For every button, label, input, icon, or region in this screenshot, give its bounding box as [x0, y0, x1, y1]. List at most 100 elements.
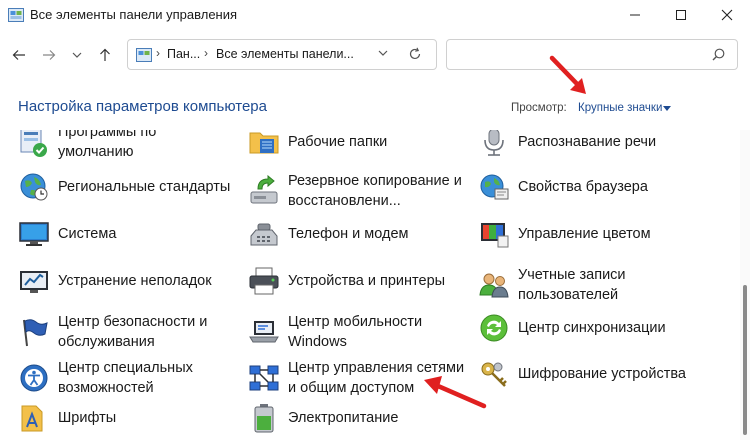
item-security-maintenance[interactable]: Центр безопасности и обслуживания — [18, 312, 207, 352]
view-by-dropdown[interactable]: Крупные значки — [578, 102, 662, 114]
printer-icon — [249, 267, 279, 295]
item-label: возможностей — [58, 380, 154, 396]
arrow-left-icon — [12, 50, 25, 60]
item-sync-center[interactable]: Центр синхронизации — [478, 312, 666, 344]
recent-locations-button[interactable] — [66, 44, 88, 66]
item-label: умолчанию — [58, 144, 134, 160]
users-icon — [479, 273, 509, 298]
item-device-encryption[interactable]: Шифрование устройства — [478, 358, 686, 390]
navigation-bar: › Пан... › Все элементы панели... — [0, 30, 750, 78]
backup-icon — [250, 175, 278, 204]
item-region[interactable]: Региональные стандарты — [18, 171, 230, 203]
forward-button[interactable] — [38, 44, 60, 66]
close-button[interactable] — [704, 0, 750, 30]
item-label: Центр безопасности и — [58, 314, 208, 330]
item-label: Программы по — [58, 130, 157, 140]
page-title: Настройка параметров компьютера — [18, 98, 267, 115]
work-folders-icon — [249, 132, 279, 154]
annotation-arrow-icon — [549, 55, 586, 94]
search-icon — [712, 48, 725, 61]
ease-of-access-icon — [20, 364, 48, 392]
item-label: Центр синхронизации — [518, 320, 666, 336]
item-label: Устранение неполадок — [58, 273, 212, 289]
breadcrumb-item[interactable]: Пан... — [167, 47, 200, 61]
network-icon — [249, 365, 279, 391]
item-label: восстановлени... — [288, 193, 401, 209]
item-label: Рабочие папки — [288, 134, 388, 150]
item-label: Windows — [288, 334, 347, 350]
chevron-down-icon — [72, 52, 82, 58]
address-bar[interactable]: › Пан... › Все элементы панели... — [127, 39, 437, 70]
arrow-right-icon — [43, 50, 56, 60]
item-label: Свойства браузера — [518, 179, 648, 195]
item-speech-recognition[interactable]: Распознавание речи — [478, 130, 656, 158]
maximize-icon — [676, 10, 686, 20]
minimize-icon — [630, 14, 640, 16]
close-icon — [721, 9, 733, 21]
sync-icon — [480, 314, 508, 342]
computer-monitor-icon — [19, 222, 49, 246]
title-bar: Все элементы панели управления — [0, 0, 750, 30]
laptop-icon — [249, 321, 279, 343]
item-label: Региональные стандарты — [58, 179, 231, 195]
fonts-folder-icon — [21, 405, 43, 432]
item-label: пользователей — [518, 287, 619, 303]
breadcrumb-separator-icon: › — [204, 46, 208, 60]
caret-down-icon[interactable] — [663, 106, 671, 111]
item-label: Шифрование устройства — [518, 366, 686, 382]
item-label: Распознавание речи — [518, 134, 657, 150]
item-label: Устройства и принтеры — [288, 273, 446, 289]
item-backup-restore[interactable]: Резервное копирование и восстановлени... — [248, 171, 462, 211]
item-label: Телефон и модем — [288, 226, 409, 242]
maximize-button[interactable] — [658, 0, 704, 30]
item-label: Система — [58, 226, 117, 242]
breadcrumb-item[interactable]: Все элементы панели... — [216, 47, 354, 61]
item-label: Центр мобильности — [288, 314, 423, 330]
control-panel-icon — [136, 48, 152, 62]
color-management-icon — [481, 223, 509, 248]
refresh-icon[interactable] — [408, 47, 422, 61]
item-label: Электропитание — [288, 410, 399, 426]
item-label: Управление цветом — [518, 226, 651, 242]
vertical-scrollbar[interactable] — [740, 130, 750, 440]
breadcrumb-separator-icon: › — [156, 46, 160, 60]
troubleshooting-icon — [20, 271, 48, 293]
battery-icon — [254, 404, 274, 433]
item-devices-printers[interactable]: Устройства и принтеры — [248, 265, 445, 297]
item-phone-modem[interactable]: Телефон и модем — [248, 218, 409, 250]
item-label: Резервное копирование и — [288, 173, 462, 189]
window-title: Все элементы панели управления — [30, 7, 238, 22]
control-panel-icon — [8, 8, 24, 22]
item-work-folders[interactable]: Рабочие папки — [248, 130, 387, 158]
item-system[interactable]: Система — [18, 218, 116, 250]
item-label: Центр специальных — [58, 360, 193, 376]
flag-icon — [23, 319, 48, 347]
content-header: Настройка параметров компьютера Просмотр… — [0, 78, 750, 131]
item-mobility-center[interactable]: Центр мобильности Windows — [248, 312, 422, 352]
item-label: обслуживания — [58, 334, 155, 350]
item-power-options[interactable]: Электропитание — [248, 402, 398, 434]
back-button[interactable] — [8, 44, 30, 66]
item-color-management[interactable]: Управление цветом — [478, 218, 651, 250]
item-default-programs[interactable]: Программы по умолчанию — [18, 130, 156, 162]
item-ease-of-access[interactable]: Центр специальных возможностей — [18, 358, 193, 398]
arrow-up-icon — [100, 48, 110, 61]
minimize-button[interactable] — [612, 0, 658, 30]
default-programs-icon — [20, 130, 47, 157]
view-by-label: Просмотр: — [511, 102, 567, 114]
items-grid: Программы по умолчанию Рабочие папки Рас… — [0, 130, 740, 440]
annotation-arrow-icon — [424, 376, 487, 409]
globe-clock-icon — [20, 173, 48, 201]
phone-icon — [250, 223, 278, 246]
scrollbar-thumb[interactable] — [743, 285, 747, 435]
microphone-icon — [484, 130, 504, 156]
item-label: Шрифты — [58, 410, 117, 426]
item-label: Учетные записи — [518, 267, 626, 283]
item-fonts[interactable]: Шрифты — [18, 402, 116, 434]
internet-options-icon — [480, 174, 509, 200]
item-user-accounts[interactable]: Учетные записи пользователей — [478, 265, 626, 305]
item-internet-options[interactable]: Свойства браузера — [478, 171, 648, 203]
chevron-down-icon[interactable] — [378, 48, 388, 58]
item-troubleshooting[interactable]: Устранение неполадок — [18, 265, 212, 297]
up-button[interactable] — [94, 44, 116, 66]
